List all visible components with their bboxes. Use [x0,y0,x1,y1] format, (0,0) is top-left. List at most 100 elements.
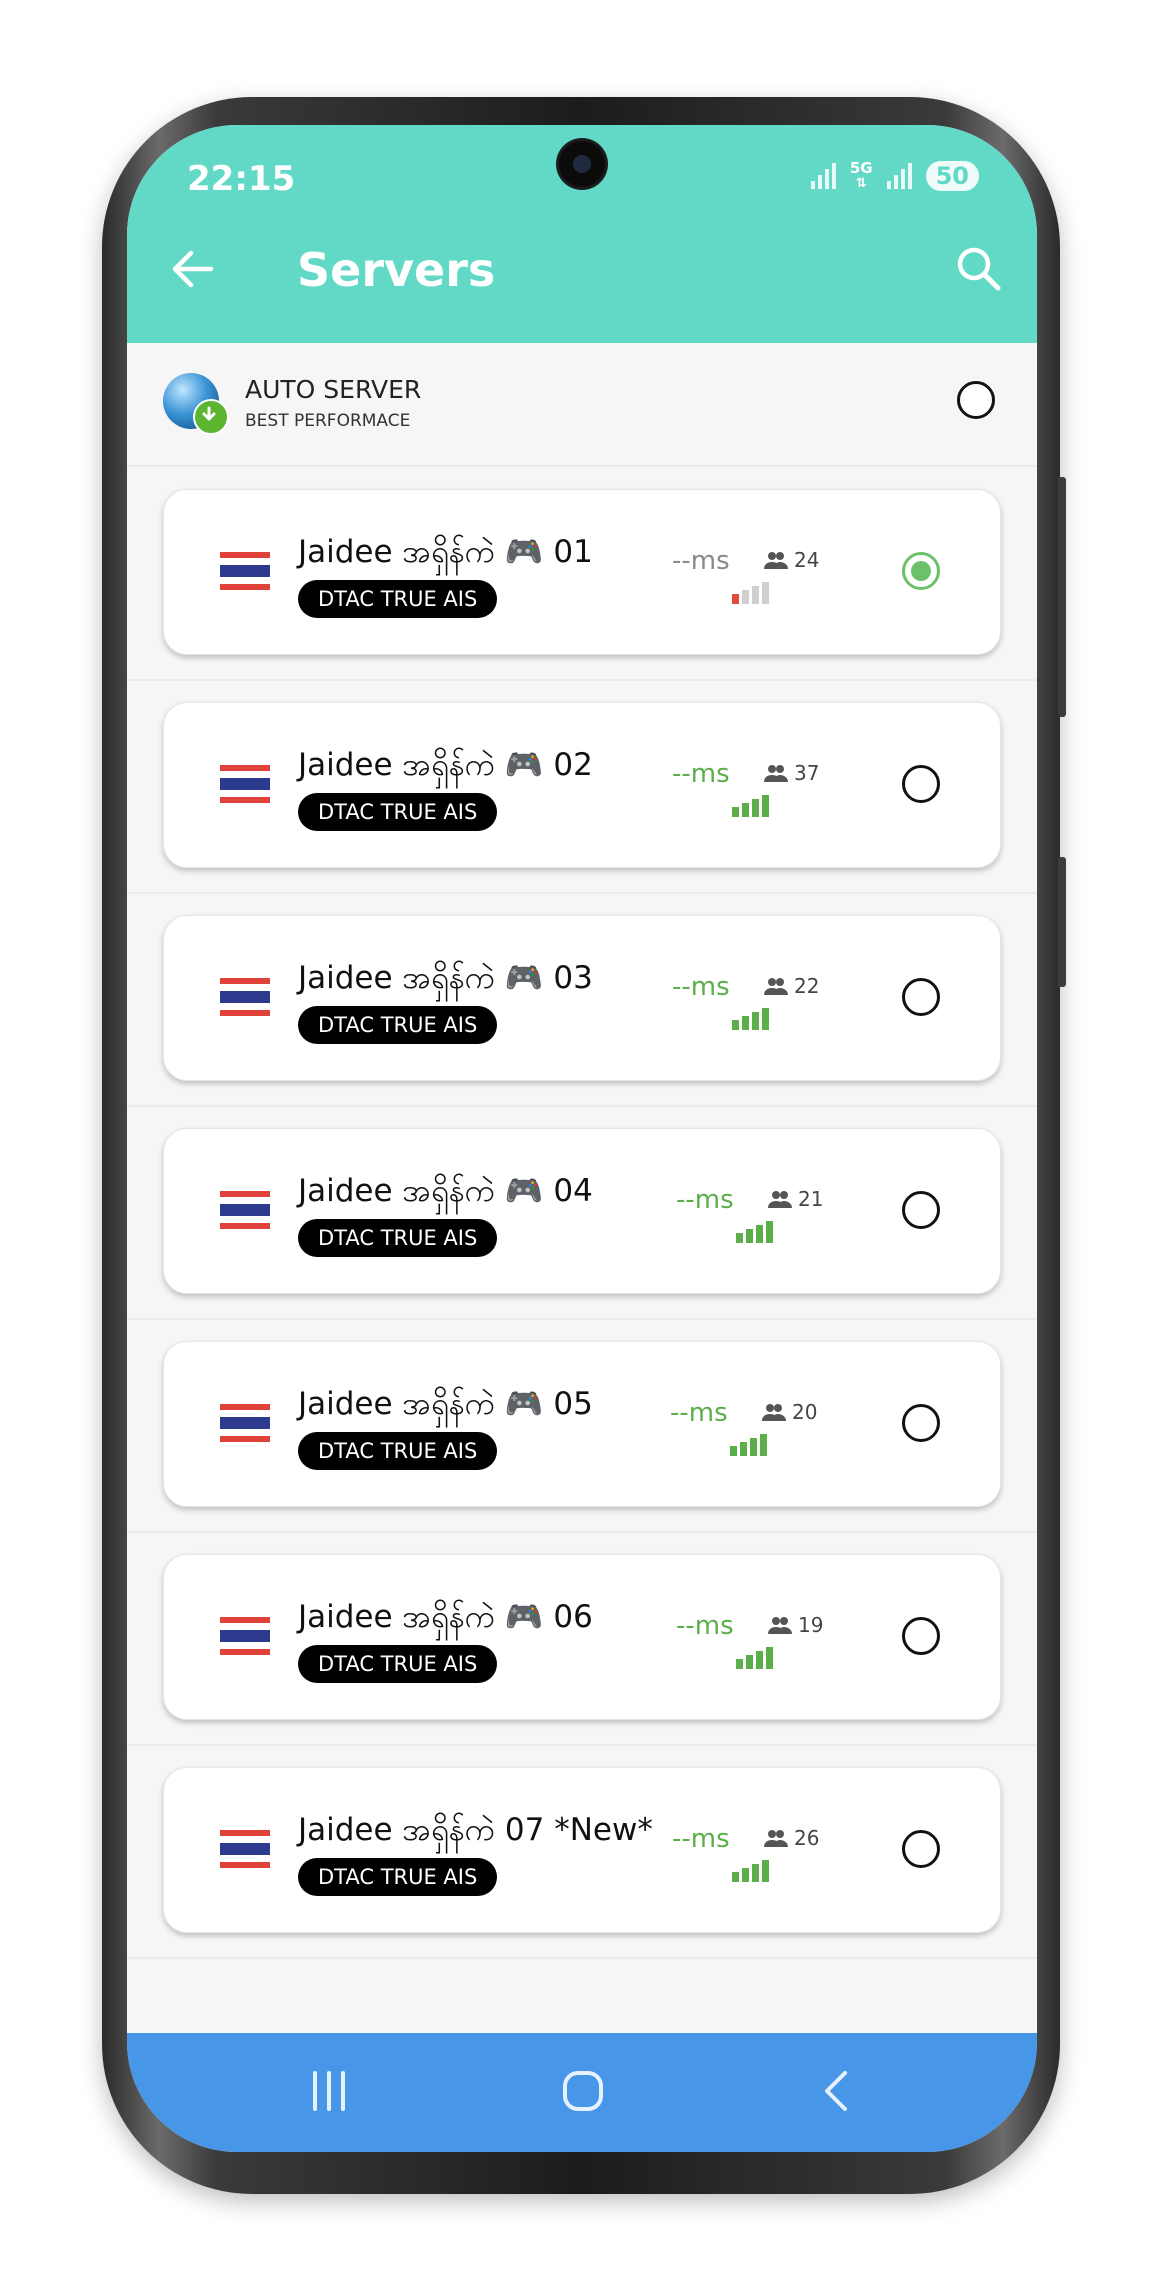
signal-strength-icon [730,1434,767,1456]
signal-strength-icon [732,582,769,604]
thailand-flag-icon [220,1830,270,1868]
users-count: 20 [762,1400,817,1424]
navigation-bar [127,2033,1037,2152]
thailand-flag-icon [220,1617,270,1655]
camera-icon [559,141,605,187]
thailand-flag-icon [220,552,270,590]
carrier-badge: DTAC TRUE AIS [298,1006,498,1044]
ping-value: --ms [676,1611,734,1641]
page-title: Servers [297,243,496,297]
home-icon[interactable] [561,2069,605,2117]
users-number: 26 [794,1826,820,1850]
server-radio[interactable] [902,1191,940,1229]
server-radio[interactable] [902,978,940,1016]
ping-value: --ms [676,1185,734,1215]
users-number: 21 [798,1187,824,1211]
app-header: 22:15 5G ⇅ 50 Servers [127,125,1037,343]
signal-strength-icon [736,1221,773,1243]
server-card[interactable]: Jaidee အရှိန်ကဲ 🎮 06 DTAC TRUE AIS --ms 19 [163,1554,1001,1720]
server-card[interactable]: Jaidee အရှိန်ကဲ 🎮 03 DTAC TRUE AIS --ms 22 [163,915,1001,1081]
server-name: Jaidee အရှိန်ကဲ 🎮 05 [298,1386,593,1422]
server-name: Jaidee အရှိန်ကဲ 🎮 02 [298,747,593,783]
signal-strength-icon [732,1860,769,1882]
server-radio[interactable] [902,1617,940,1655]
server-card[interactable]: Jaidee အရှိန်ကဲ 🎮 04 DTAC TRUE AIS --ms 21 [163,1128,1001,1294]
users-number: 19 [798,1613,824,1637]
row-separator [127,892,1037,894]
signal-strength-icon [732,1008,769,1030]
thailand-flag-icon [220,1191,270,1229]
users-number: 37 [794,761,820,785]
server-card[interactable]: Jaidee အရှိန်ကဲ 🎮 01 DTAC TRUE AIS --ms 24 [163,489,1001,655]
carrier-badge: DTAC TRUE AIS [298,580,498,618]
row-separator [127,1531,1037,1533]
users-count: 37 [764,761,819,785]
server-list[interactable]: AUTO SERVER BEST PERFORMACE Jaidee အရှိန… [127,343,1037,2033]
users-count: 19 [768,1613,823,1637]
row-separator [127,1105,1037,1107]
signal-icon-2 [886,163,912,189]
users-count: 24 [764,548,819,572]
carrier-badge: DTAC TRUE AIS [298,1432,498,1470]
network-type-label: 5G [849,159,873,177]
carrier-badge: DTAC TRUE AIS [298,1645,498,1683]
battery-icon: 50 [925,161,979,191]
server-name: Jaidee အရှိန်ကဲ 🎮 01 [298,534,593,570]
row-separator [127,1957,1037,1959]
server-radio[interactable] [902,765,940,803]
server-card[interactable]: Jaidee အရှိန်ကဲ 07 *New* DTAC TRUE AIS --m… [163,1767,1001,1933]
auto-server-radio[interactable] [957,381,995,419]
users-count: 22 [764,974,819,998]
data-arrows-icon: ⇅ [855,176,867,191]
server-name: Jaidee အရှိန်ကဲ 🎮 04 [298,1173,593,1209]
auto-server-row[interactable]: AUTO SERVER BEST PERFORMACE [127,343,1037,467]
server-name: Jaidee အရှိန်ကဲ 🎮 03 [298,960,593,996]
users-number: 24 [794,548,820,572]
users-count: 26 [764,1826,819,1850]
recent-apps-icon[interactable] [309,2069,349,2117]
users-icon [764,1830,788,1847]
ping-value: --ms [672,972,730,1002]
users-icon [764,978,788,995]
volume-button [1058,477,1066,717]
server-radio[interactable] [902,1404,940,1442]
users-icon [764,765,788,782]
back-chevron-icon[interactable] [819,2069,853,2117]
server-name: Jaidee အရှိန်ကဲ 07 *New* [298,1812,653,1848]
users-icon [768,1191,792,1208]
ping-value: --ms [672,546,730,576]
server-card[interactable]: Jaidee အရှိန်ကဲ 🎮 05 DTAC TRUE AIS --ms 20 [163,1341,1001,1507]
users-number: 20 [792,1400,818,1424]
status-icons: 5G ⇅ 50 [810,159,979,192]
ping-value: --ms [670,1398,728,1428]
auto-server-title: AUTO SERVER [245,375,422,404]
auto-server-subtitle: BEST PERFORMACE [245,411,411,431]
thailand-flag-icon [220,765,270,803]
users-icon [762,1404,786,1421]
server-radio[interactable] [902,552,940,590]
row-separator [127,1318,1037,1320]
carrier-badge: DTAC TRUE AIS [298,1858,498,1896]
network-type-icon: 5G ⇅ [849,159,873,192]
server-name: Jaidee အရှိန်ကဲ 🎮 06 [298,1599,593,1635]
search-icon[interactable] [955,245,1003,297]
signal-strength-icon [732,795,769,817]
back-arrow-icon[interactable] [171,247,215,295]
signal-icon [810,163,836,189]
row-separator [127,1744,1037,1746]
carrier-badge: DTAC TRUE AIS [298,1219,498,1257]
row-separator [127,679,1037,681]
status-time: 22:15 [187,159,296,199]
users-count: 21 [768,1187,823,1211]
download-badge-icon [193,399,229,435]
server-radio[interactable] [902,1830,940,1868]
users-icon [768,1617,792,1634]
signal-strength-icon [736,1647,773,1669]
carrier-badge: DTAC TRUE AIS [298,793,498,831]
ping-value: --ms [672,1824,730,1854]
server-card[interactable]: Jaidee အရှိန်ကဲ 🎮 02 DTAC TRUE AIS --ms 37 [163,702,1001,868]
app-screen: 22:15 5G ⇅ 50 Servers AUTO SERVER BEST P… [127,125,1037,2152]
power-button [1058,857,1066,987]
thailand-flag-icon [220,1404,270,1442]
ping-value: --ms [672,759,730,789]
